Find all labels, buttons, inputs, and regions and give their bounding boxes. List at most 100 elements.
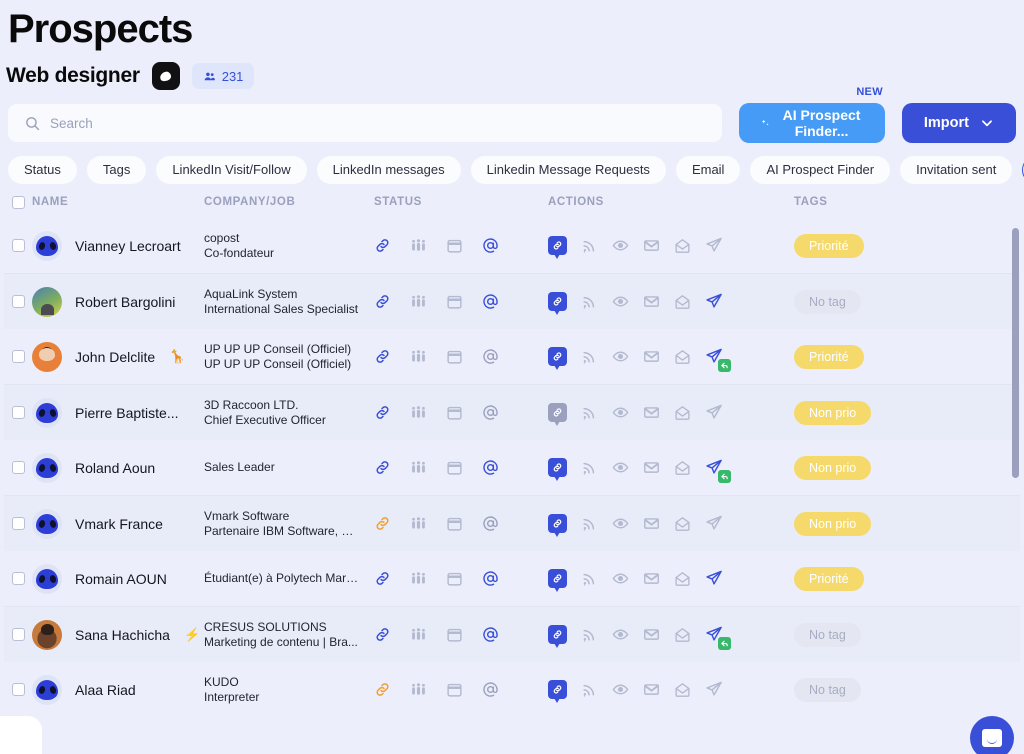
at-icon[interactable] xyxy=(482,293,499,310)
rss-icon[interactable] xyxy=(581,570,598,587)
table-row[interactable]: Vmark France Vmark Software Partenaire IBM… xyxy=(4,496,1020,551)
linkedin-link-badge-icon[interactable] xyxy=(548,403,567,426)
send-message-icon[interactable] xyxy=(705,514,724,533)
filter-chip-2[interactable]: LinkedIn Visit/Follow xyxy=(156,155,307,184)
tag-badge[interactable]: Priorité xyxy=(794,566,864,591)
group-icon[interactable] xyxy=(410,570,427,587)
calendar-icon[interactable] xyxy=(446,626,463,643)
mail-icon[interactable] xyxy=(643,348,660,365)
open-mail-icon[interactable] xyxy=(674,404,691,421)
row-checkbox[interactable] xyxy=(11,683,25,696)
table-row[interactable]: Alaa Riad KUDO Interpreter No tag xyxy=(4,662,1020,717)
linkedin-link-badge-icon[interactable] xyxy=(548,292,567,315)
mail-icon[interactable] xyxy=(643,570,660,587)
filter-chip-7[interactable]: Invitation sent xyxy=(900,155,1013,184)
link-icon[interactable] xyxy=(374,404,391,421)
linkedin-link-badge-icon[interactable] xyxy=(548,236,567,259)
filter-chip-3[interactable]: LinkedIn messages xyxy=(316,155,461,184)
filter-chip-5[interactable]: Email xyxy=(675,155,741,184)
linkedin-link-badge-icon[interactable] xyxy=(548,514,567,537)
table-row[interactable]: Sana Hachicha ⚡ CRESUS SOLUTIONS Marketing … xyxy=(4,607,1020,662)
row-checkbox[interactable] xyxy=(11,461,25,474)
calendar-icon[interactable] xyxy=(446,348,463,365)
group-icon[interactable] xyxy=(410,515,427,532)
at-icon[interactable] xyxy=(482,515,499,532)
link-icon[interactable] xyxy=(374,459,391,476)
send-message-icon[interactable] xyxy=(705,569,724,588)
link-icon[interactable] xyxy=(374,293,391,310)
eye-icon[interactable] xyxy=(612,626,629,643)
table-row[interactable]: Romain AOUN Étudiant(e) à Polytech Mars..… xyxy=(4,551,1020,606)
tag-badge[interactable]: Priorité xyxy=(794,344,864,369)
tag-badge[interactable]: No tag xyxy=(794,289,861,314)
tag-badge[interactable]: No tag xyxy=(794,622,861,647)
rss-icon[interactable] xyxy=(581,459,598,476)
send-message-icon[interactable] xyxy=(705,458,731,483)
ai-prospect-finder-button[interactable]: AI Prospect Finder... xyxy=(739,103,885,143)
send-message-icon[interactable] xyxy=(705,347,731,372)
link-icon[interactable] xyxy=(374,515,391,532)
mail-icon[interactable] xyxy=(643,459,660,476)
at-icon[interactable] xyxy=(482,348,499,365)
linkedin-link-badge-icon[interactable] xyxy=(548,347,567,370)
linkedin-link-badge-icon[interactable] xyxy=(548,625,567,648)
filter-chip-0[interactable]: Status xyxy=(8,155,77,184)
link-icon[interactable] xyxy=(374,681,391,698)
open-mail-icon[interactable] xyxy=(674,293,691,310)
filter-chip-4[interactable]: Linkedin Message Requests xyxy=(470,155,666,184)
chat-bubble-icon[interactable] xyxy=(970,716,1014,754)
open-mail-icon[interactable] xyxy=(674,626,691,643)
eye-icon[interactable] xyxy=(612,348,629,365)
calendar-icon[interactable] xyxy=(446,293,463,310)
group-icon[interactable] xyxy=(410,404,427,421)
at-icon[interactable] xyxy=(482,570,499,587)
rss-icon[interactable] xyxy=(581,681,598,698)
send-message-icon[interactable] xyxy=(705,236,724,255)
row-checkbox[interactable] xyxy=(11,239,25,252)
table-row[interactable]: Pierre Baptiste... 3D Raccoon LTD. Chief E… xyxy=(4,385,1020,440)
linkedin-link-badge-icon[interactable] xyxy=(548,680,567,703)
mail-icon[interactable] xyxy=(643,626,660,643)
mail-icon[interactable] xyxy=(643,237,660,254)
eye-icon[interactable] xyxy=(612,681,629,698)
group-icon[interactable] xyxy=(410,348,427,365)
tag-badge[interactable]: Non prio xyxy=(794,400,872,425)
open-mail-icon[interactable] xyxy=(674,681,691,698)
tag-badge[interactable]: Non prio xyxy=(794,455,872,480)
filter-chip-6[interactable]: AI Prospect Finder xyxy=(750,155,891,184)
mail-icon[interactable] xyxy=(643,404,660,421)
filter-chip-1[interactable]: Tags xyxy=(86,155,147,184)
group-icon[interactable] xyxy=(410,459,427,476)
send-message-icon[interactable] xyxy=(705,625,731,650)
tag-badge[interactable]: Non prio xyxy=(794,511,872,536)
rss-icon[interactable] xyxy=(581,348,598,365)
open-mail-icon[interactable] xyxy=(674,515,691,532)
link-icon[interactable] xyxy=(374,237,391,254)
send-message-icon[interactable] xyxy=(705,292,724,311)
send-message-icon[interactable] xyxy=(705,403,724,422)
calendar-icon[interactable] xyxy=(446,570,463,587)
at-icon[interactable] xyxy=(482,237,499,254)
search-input[interactable] xyxy=(50,115,706,131)
calendar-icon[interactable] xyxy=(446,681,463,698)
at-icon[interactable] xyxy=(482,626,499,643)
linkedin-link-badge-icon[interactable] xyxy=(548,458,567,481)
at-icon[interactable] xyxy=(482,404,499,421)
group-icon[interactable] xyxy=(410,681,427,698)
import-button[interactable]: Import xyxy=(901,103,1016,143)
leaf-icon[interactable] xyxy=(151,62,180,90)
table-row[interactable]: Roland Aoun Sales Leader Non prio xyxy=(4,440,1020,495)
open-mail-icon[interactable] xyxy=(674,348,691,365)
table-row[interactable]: Robert Bargolini AquaLink System Internati… xyxy=(4,274,1020,329)
linkedin-link-badge-icon[interactable] xyxy=(548,569,567,592)
table-row[interactable]: John Delclite 🦒 UP UP UP Conseil (Officiel… xyxy=(4,329,1020,384)
scrollbar-thumb[interactable] xyxy=(1012,228,1019,478)
mail-icon[interactable] xyxy=(643,681,660,698)
row-checkbox[interactable] xyxy=(11,350,25,363)
eye-icon[interactable] xyxy=(612,459,629,476)
row-checkbox[interactable] xyxy=(11,295,25,308)
calendar-icon[interactable] xyxy=(446,459,463,476)
calendar-icon[interactable] xyxy=(446,237,463,254)
group-icon[interactable] xyxy=(410,293,427,310)
table-row[interactable]: Vianney Lecroart copost Co-fondateur Priori… xyxy=(4,218,1020,273)
